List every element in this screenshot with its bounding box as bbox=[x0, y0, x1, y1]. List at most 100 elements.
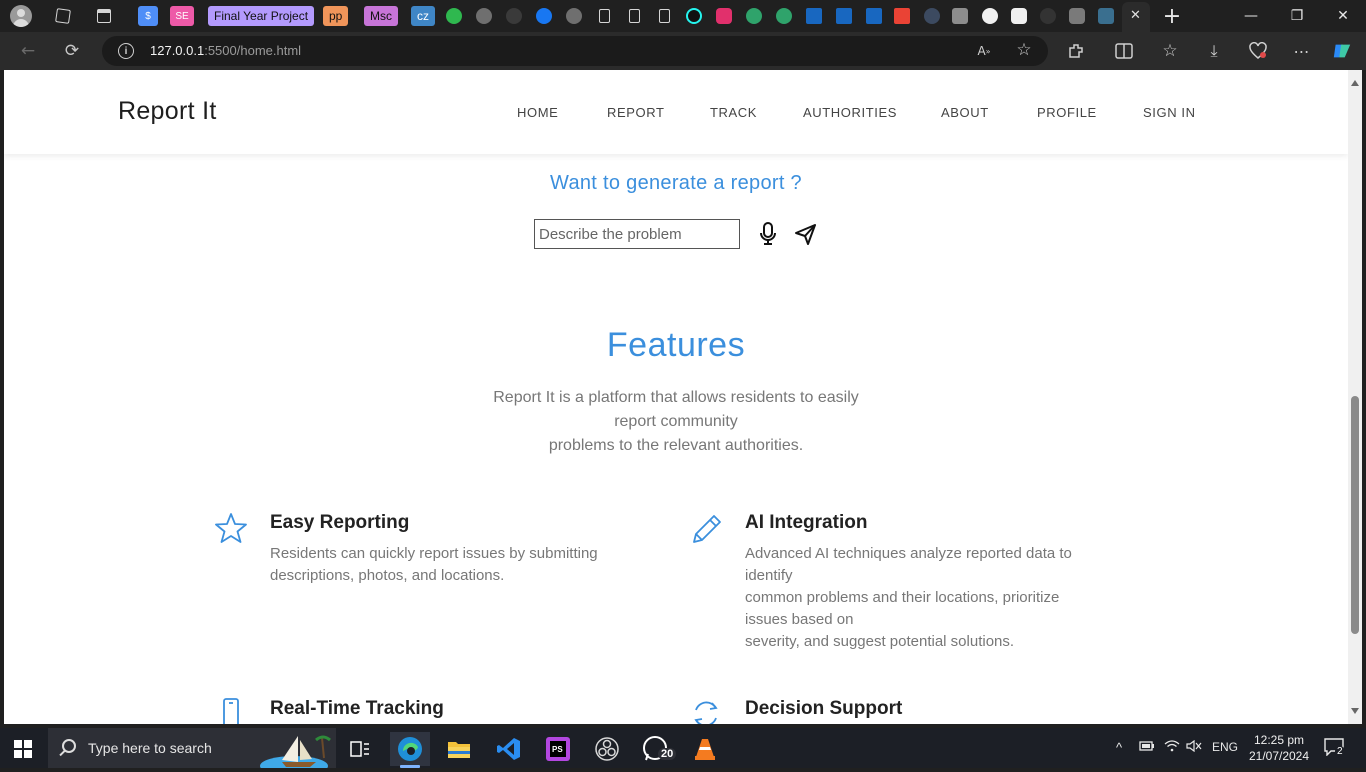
clock-date: 21/07/2024 bbox=[1248, 749, 1310, 763]
close-tab-icon[interactable]: ✕ bbox=[1130, 8, 1141, 23]
scroll-up-arrow-icon[interactable] bbox=[1351, 80, 1359, 86]
document-tab-icon[interactable] bbox=[596, 4, 612, 28]
taskbar-obs-icon[interactable] bbox=[587, 732, 627, 766]
taskbar-search[interactable]: Type here to search bbox=[48, 728, 336, 772]
github-tab-icon[interactable] bbox=[982, 4, 998, 28]
facebook-tab-icon[interactable] bbox=[536, 4, 552, 28]
instagram-tab-icon[interactable] bbox=[716, 4, 732, 28]
taskbar-vlc-icon[interactable] bbox=[685, 732, 725, 766]
search-tab-icon[interactable] bbox=[924, 4, 940, 28]
tab-group-pp[interactable]: pp bbox=[323, 4, 349, 28]
site-brand[interactable]: Report It bbox=[118, 97, 217, 126]
nav-sign-in-link[interactable]: SIGN IN bbox=[1143, 105, 1196, 120]
nav-authorities-link[interactable]: AUTHORITIES bbox=[803, 105, 897, 120]
volume-muted-icon[interactable] bbox=[1186, 739, 1202, 755]
document-tab-icon[interactable] bbox=[656, 4, 672, 28]
task-view-icon[interactable] bbox=[340, 732, 380, 766]
generic-tab-icon[interactable] bbox=[1040, 4, 1056, 28]
taskbar-edge-icon[interactable] bbox=[390, 732, 430, 768]
favorite-star-icon[interactable]: ☆ bbox=[1014, 40, 1034, 60]
more-icon[interactable]: ⋯ bbox=[1292, 41, 1312, 61]
feature-body: Residents can quickly report issues by s… bbox=[270, 543, 640, 587]
perplexity-tab-icon[interactable] bbox=[746, 4, 762, 28]
minimize-button[interactable]: — bbox=[1228, 0, 1274, 32]
generate-report-heading: Want to generate a report ? bbox=[550, 172, 802, 194]
features-description: Report It is a platform that allows resi… bbox=[456, 386, 896, 458]
close-window-button[interactable]: ✕ bbox=[1320, 0, 1366, 32]
gmail-tab-icon[interactable] bbox=[894, 4, 910, 28]
tab-group-label: Msc bbox=[364, 6, 398, 26]
generic-tab-icon[interactable] bbox=[1098, 4, 1114, 28]
workspaces-icon[interactable] bbox=[54, 4, 72, 28]
active-tab[interactable]: ✕ bbox=[1122, 2, 1150, 32]
browser-essentials-icon[interactable] bbox=[1248, 41, 1268, 61]
feature-title: Easy Reporting bbox=[270, 512, 410, 533]
copilot-icon[interactable] bbox=[1332, 41, 1352, 61]
read-aloud-icon[interactable]: A» bbox=[974, 41, 994, 61]
vuetify-tab-icon[interactable] bbox=[836, 4, 852, 28]
chatgpt-tab-icon[interactable] bbox=[476, 4, 492, 28]
taskbar-file-explorer-icon[interactable] bbox=[439, 732, 479, 766]
vuetify-tab-icon[interactable] bbox=[806, 4, 822, 28]
tab-group-dollar[interactable]: $ bbox=[138, 4, 158, 28]
site-info-icon[interactable]: i bbox=[118, 43, 134, 59]
tab-group-se[interactable]: SE bbox=[170, 4, 194, 28]
extensions-icon[interactable] bbox=[1066, 41, 1086, 61]
web-page: Report It HOME REPORT TRACK AUTHORITIES … bbox=[4, 70, 1348, 724]
wifi-icon[interactable] bbox=[1164, 740, 1180, 755]
nav-report-link[interactable]: REPORT bbox=[607, 105, 665, 120]
extension-tab-icon[interactable] bbox=[952, 4, 968, 28]
chatgpt-tab-icon[interactable] bbox=[1068, 4, 1086, 28]
tiktok-tab-icon[interactable] bbox=[686, 4, 702, 28]
feature-title: Decision Support bbox=[745, 698, 903, 719]
feature-body-line: severity, and suggest potential solution… bbox=[745, 633, 1015, 650]
pencil-icon bbox=[690, 512, 722, 546]
tab-group-final-year-project[interactable]: Final Year Project bbox=[208, 4, 315, 28]
chatgpt-tab-icon[interactable] bbox=[1010, 4, 1028, 28]
chatgpt-tab-icon[interactable] bbox=[566, 4, 582, 28]
nav-about-link[interactable]: ABOUT bbox=[941, 105, 989, 120]
browser-toolbar: ← ⟳ i 127.0.0.1:5500/home.html A» ☆ ☆ ⤓ … bbox=[0, 32, 1366, 70]
url-text[interactable]: 127.0.0.1:5500/home.html bbox=[150, 43, 301, 58]
favorites-icon[interactable]: ☆ bbox=[1160, 41, 1180, 61]
feature-body-line: Advanced AI techniques analyze reported … bbox=[745, 545, 1072, 562]
nav-home-link[interactable]: HOME bbox=[517, 105, 558, 120]
tab-actions-icon[interactable] bbox=[96, 4, 112, 28]
restore-button[interactable]: ❐ bbox=[1274, 0, 1320, 32]
notification-center-icon[interactable]: 2 bbox=[1324, 738, 1346, 758]
taskbar-vscode-icon[interactable] bbox=[489, 732, 529, 766]
page-scrollbar[interactable] bbox=[1348, 70, 1362, 724]
generic-tab-icon[interactable] bbox=[506, 4, 522, 28]
nav-track-link[interactable]: TRACK bbox=[710, 105, 757, 120]
tab-group-label: $ bbox=[138, 6, 158, 26]
problem-description-input[interactable] bbox=[534, 219, 740, 249]
tab-group-label: cz bbox=[411, 6, 435, 26]
document-tab-icon[interactable] bbox=[626, 4, 642, 28]
taskbar-whatsapp-icon[interactable]: 20 bbox=[636, 732, 677, 766]
windows-start-icon[interactable] bbox=[14, 740, 32, 758]
split-screen-icon[interactable] bbox=[1114, 41, 1134, 61]
tab-group-cz[interactable]: cz bbox=[411, 4, 435, 28]
microphone-icon[interactable] bbox=[758, 221, 778, 247]
notification-count: 2 bbox=[1335, 746, 1345, 757]
back-arrow-icon[interactable]: ← bbox=[16, 40, 40, 62]
whatsapp-tab-icon[interactable] bbox=[446, 4, 462, 28]
tray-overflow-chevron-icon[interactable]: ^ bbox=[1116, 740, 1122, 755]
vuetify-tab-icon[interactable] bbox=[866, 4, 882, 28]
battery-icon[interactable] bbox=[1139, 740, 1155, 755]
taskbar-clock[interactable]: 12:25 pm 21/07/2024 bbox=[1244, 732, 1314, 764]
nav-profile-link[interactable]: PROFILE bbox=[1037, 105, 1097, 120]
downloads-icon[interactable]: ⤓ bbox=[1204, 41, 1224, 61]
new-tab-button[interactable]: + bbox=[1162, 4, 1182, 29]
perplexity-tab-icon[interactable] bbox=[776, 4, 792, 28]
taskbar-phpstorm-icon[interactable]: PS bbox=[538, 732, 578, 766]
send-icon[interactable] bbox=[794, 223, 818, 247]
tab-group-msc[interactable]: Msc bbox=[364, 4, 398, 28]
scroll-down-arrow-icon[interactable] bbox=[1351, 708, 1359, 714]
address-bar[interactable]: i 127.0.0.1:5500/home.html A» ☆ bbox=[102, 36, 1048, 66]
input-language[interactable]: ENG bbox=[1212, 740, 1238, 754]
feature-body-line: identify bbox=[745, 567, 793, 584]
scrollbar-thumb[interactable] bbox=[1351, 396, 1359, 634]
refresh-icon[interactable]: ⟳ bbox=[60, 40, 84, 62]
profile-avatar-icon[interactable] bbox=[10, 5, 32, 27]
